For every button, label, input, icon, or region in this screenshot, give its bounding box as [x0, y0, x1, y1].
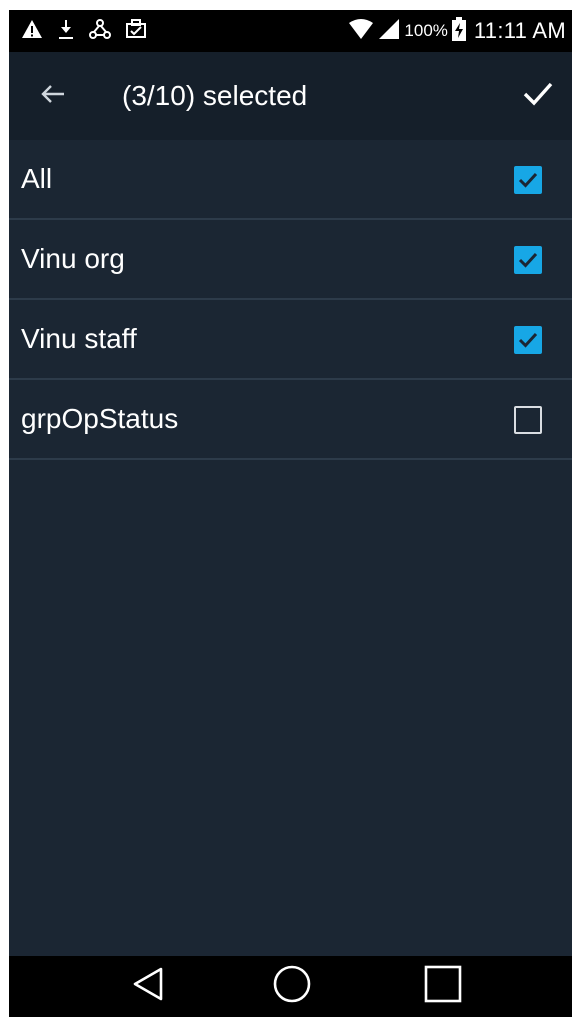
network-icon	[89, 18, 111, 45]
status-icons-left	[21, 10, 147, 52]
list-item-all[interactable]: All	[9, 140, 572, 220]
recents-square-icon	[424, 965, 462, 1008]
back-triangle-icon	[131, 966, 165, 1007]
signal-icon	[378, 18, 400, 45]
checkbox-checked[interactable]	[514, 326, 542, 354]
navigation-bar	[9, 956, 572, 1017]
back-button[interactable]	[31, 74, 75, 118]
status-time: 11:11 AM	[473, 18, 566, 43]
nav-back-button[interactable]	[113, 956, 183, 1017]
phone-screen: 100% 11:11 AM (3/10) selected All Vinu o…	[9, 10, 572, 1017]
page-title: (3/10) selected	[122, 80, 308, 111]
warning-icon	[21, 19, 43, 44]
list-item-vinu-org[interactable]: Vinu org	[9, 220, 572, 300]
confirm-button[interactable]	[514, 72, 562, 120]
checkbox-unchecked[interactable]	[514, 406, 542, 434]
briefcase-icon	[125, 18, 147, 44]
list-item-label: Vinu staff	[21, 323, 137, 354]
check-icon	[518, 172, 538, 188]
arrow-left-icon	[40, 83, 66, 110]
nav-recents-button[interactable]	[408, 956, 478, 1017]
selection-list: All Vinu org Vinu staff grpOpStatus	[9, 140, 572, 460]
checkbox-checked[interactable]	[514, 166, 542, 194]
list-item-vinu-staff[interactable]: Vinu staff	[9, 300, 572, 380]
nav-home-button[interactable]	[257, 956, 327, 1017]
checkbox-checked[interactable]	[514, 246, 542, 274]
battery-charging-icon	[451, 16, 466, 46]
check-icon	[518, 252, 538, 268]
download-icon	[57, 18, 75, 45]
battery-percentage: 100%	[404, 21, 448, 40]
app-bar: (3/10) selected	[9, 52, 572, 140]
home-circle-icon	[272, 964, 312, 1009]
list-item-label: grpOpStatus	[21, 403, 179, 434]
status-icons-right: 100% 11:11 AM	[348, 10, 566, 52]
check-icon	[518, 332, 538, 348]
check-icon	[522, 81, 554, 112]
list-item-grpopstatus[interactable]: grpOpStatus	[9, 380, 572, 460]
list-item-label: All	[21, 163, 53, 194]
wifi-icon	[348, 18, 374, 45]
status-bar: 100% 11:11 AM	[9, 10, 572, 52]
list-item-label: Vinu org	[21, 243, 125, 274]
